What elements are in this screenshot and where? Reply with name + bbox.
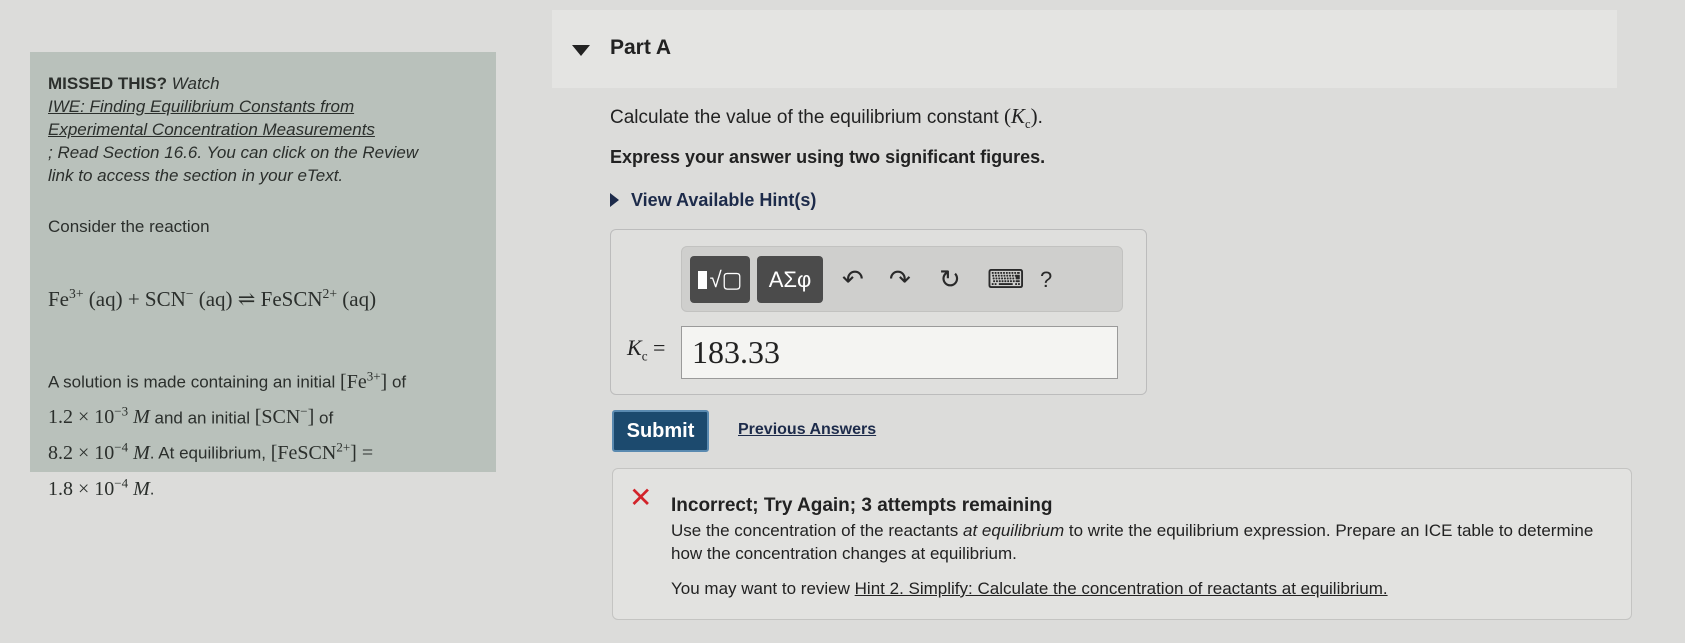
question-text: Calculate the value of the equilibrium c…: [610, 104, 1043, 132]
undo-icon[interactable]: ↶: [842, 264, 864, 295]
math-toolbar: √▢ ΑΣφ ↶ ↷ ↻ ⌨ ?: [681, 246, 1123, 312]
reaction-equation: Fe3+ (aq) + SCN− (aq) ⇌ FeSCN2+ (aq): [48, 286, 377, 311]
kc-answer-input[interactable]: 183.33: [681, 326, 1118, 379]
sqrt-template-icon: √▢: [709, 266, 743, 292]
previous-answers-link[interactable]: Previous Answers: [738, 421, 876, 439]
read-section-text: ; Read Section 16.6. You can click on th…: [48, 143, 419, 185]
part-title: Part A: [610, 36, 672, 59]
template-block-icon: [697, 270, 707, 289]
answer-panel: √▢ ΑΣφ ↶ ↷ ↻ ⌨ ? Kc = 183.33: [610, 229, 1147, 395]
watch-label: Watch: [171, 74, 220, 93]
expand-triangle-icon: [610, 193, 619, 207]
kc-label: Kc =: [627, 335, 666, 364]
view-hints-toggle[interactable]: View Available Hint(s): [610, 190, 816, 211]
reset-icon[interactable]: ↻: [939, 264, 961, 295]
greek-symbols-button[interactable]: ΑΣφ: [757, 256, 823, 303]
consider-reaction-text: Consider the reaction: [48, 217, 210, 236]
templates-button[interactable]: √▢: [690, 256, 750, 303]
solution-intro: A solution is made containing an initial: [48, 372, 336, 392]
main-content: Part A Calculate the value of the equili…: [552, 0, 1685, 643]
part-a-header[interactable]: Part A: [552, 10, 1617, 88]
feedback-body: Use the concentration of the reactants a…: [671, 521, 1594, 563]
solution-description: A solution is made containing an initial…: [48, 368, 407, 500]
feedback-title: Incorrect; Try Again; 3 attempts remaini…: [671, 495, 1053, 516]
redo-icon[interactable]: ↷: [889, 264, 911, 295]
express-instruction: Express your answer using two significan…: [610, 147, 1046, 167]
feedback-panel: ✕ Incorrect; Try Again; 3 attempts remai…: [612, 468, 1632, 620]
submit-button[interactable]: Submit: [612, 410, 709, 452]
hint-2-link[interactable]: Hint 2. Simplify: Calculate the concentr…: [855, 579, 1388, 598]
missed-this-label: MISSED THIS?: [48, 74, 168, 93]
keyboard-icon[interactable]: ⌨: [987, 264, 1025, 295]
iwe-video-link[interactable]: IWE: Finding Equilibrium Constants from …: [48, 97, 375, 139]
collapse-triangle-icon[interactable]: [572, 45, 590, 56]
missed-this-line: MISSED THIS? Watch: [48, 72, 478, 95]
incorrect-x-icon: ✕: [629, 482, 653, 513]
help-icon[interactable]: ?: [1040, 267, 1052, 293]
missed-this-panel: MISSED THIS? Watch IWE: Finding Equilibr…: [30, 52, 496, 500]
feedback-review: You may want to review Hint 2. Simplify:…: [671, 579, 1388, 598]
